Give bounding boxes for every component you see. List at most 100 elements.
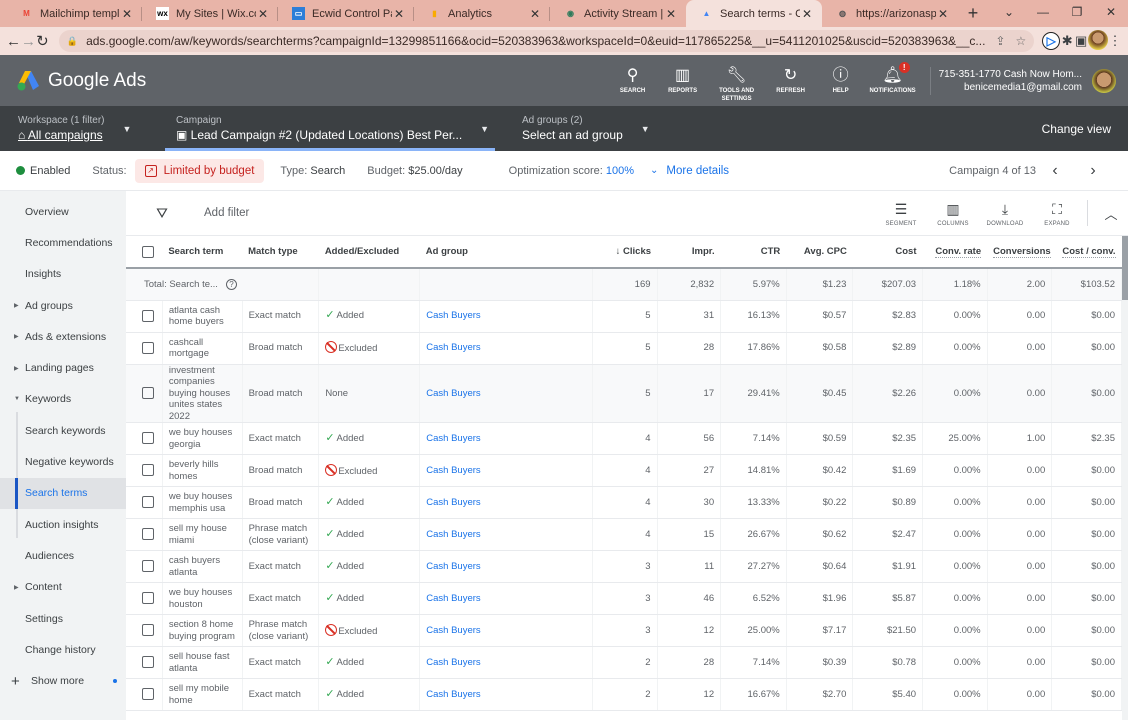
close-tab-icon[interactable]: ✕ bbox=[664, 7, 678, 21]
row-checkbox[interactable] bbox=[142, 341, 154, 354]
row-checkbox[interactable] bbox=[142, 624, 154, 637]
browser-tab[interactable]: ◍ https://arizonaspo ✕ bbox=[822, 0, 958, 27]
added-excluded-cell[interactable]: Excluded bbox=[318, 614, 421, 647]
row-checkbox[interactable] bbox=[142, 560, 154, 573]
ad-group-link[interactable]: Cash Buyers bbox=[426, 529, 480, 540]
sidebar-item-settings[interactable]: Settings bbox=[0, 603, 126, 634]
address-bar[interactable]: 🔒 ads.google.com/aw/keywords/searchterms… bbox=[58, 30, 1035, 52]
limited-by-budget-badge[interactable]: ↗ Limited by budget bbox=[134, 158, 265, 183]
added-excluded-cell[interactable]: ✓ Added bbox=[318, 646, 421, 679]
minimize-button[interactable]: — bbox=[1026, 0, 1060, 27]
added-excluded-cell[interactable]: ✓ Added bbox=[318, 582, 421, 615]
added-excluded-cell[interactable]: None bbox=[318, 364, 421, 423]
col-conversions[interactable]: Conversions bbox=[987, 236, 1052, 269]
table-row[interactable]: cash buyers atlanta Exact match ✓ Added Cash… bbox=[126, 550, 1122, 583]
ad-group-link[interactable]: Cash Buyers bbox=[426, 657, 480, 668]
sidebar-item-keywords[interactable]: ▼ Keywords bbox=[0, 384, 126, 415]
select-all-checkbox-cell[interactable] bbox=[126, 236, 163, 269]
segment-button[interactable]: ☰ SEGMENT bbox=[875, 200, 927, 227]
table-row[interactable]: we buy houses memphis usa Broad match ✓ Add… bbox=[126, 486, 1122, 519]
scrollbar-thumb[interactable] bbox=[1122, 236, 1128, 300]
expand-button[interactable]: ⛶ EXPAND bbox=[1031, 200, 1083, 227]
sidebar-item-search-terms[interactable]: Search terms bbox=[0, 477, 126, 510]
table-row[interactable]: sell house fast atlanta Exact match ✓ Added… bbox=[126, 646, 1122, 679]
forward-button[interactable]: → bbox=[21, 33, 36, 50]
col-clicks[interactable]: ↓ Clicks bbox=[592, 236, 658, 269]
row-checkbox[interactable] bbox=[142, 592, 154, 605]
table-row[interactable]: investment companies buying houses unite… bbox=[126, 364, 1122, 423]
browser-tab[interactable]: ▮ Analytics ✕ bbox=[414, 0, 550, 27]
table-row[interactable]: sell my house miami Phrase match (close v… bbox=[126, 518, 1122, 551]
close-tab-icon[interactable]: ✕ bbox=[256, 7, 270, 21]
campaign-budget[interactable]: Budget: $25.00/day bbox=[367, 165, 462, 177]
tab-search-icon[interactable]: ⌄ bbox=[992, 0, 1026, 27]
close-tab-icon[interactable]: ✕ bbox=[936, 7, 950, 21]
ad-group-link[interactable]: Cash Buyers bbox=[426, 465, 480, 476]
sidebar-item-search-keywords[interactable]: Search keywords bbox=[0, 415, 126, 446]
close-tab-icon[interactable]: ✕ bbox=[800, 7, 814, 21]
sidebar-item-insights[interactable]: Insights bbox=[0, 259, 126, 290]
reload-button[interactable]: ↻ bbox=[36, 32, 49, 50]
row-checkbox[interactable] bbox=[142, 496, 154, 509]
header-help-button[interactable]: ⓘ HELP bbox=[816, 67, 866, 95]
row-checkbox[interactable] bbox=[142, 464, 154, 477]
row-checkbox[interactable] bbox=[142, 432, 154, 445]
sidebar-item-negative-keywords[interactable]: Negative keywords bbox=[0, 446, 126, 477]
added-excluded-cell[interactable]: ✓ Added bbox=[318, 550, 421, 583]
sidebar-item-landing-pages[interactable]: ▶ Landing pages bbox=[0, 352, 126, 383]
enabled-status[interactable]: Enabled bbox=[16, 165, 70, 177]
col-ad-group[interactable]: Ad group bbox=[419, 236, 593, 269]
col-conv-rate[interactable]: Conv. rate bbox=[922, 236, 988, 269]
close-tab-icon[interactable]: ✕ bbox=[120, 7, 134, 21]
sidebar-item-audiences[interactable]: Audiences bbox=[0, 540, 126, 571]
close-window-button[interactable]: ✕ bbox=[1094, 0, 1128, 27]
google-ads-logo[interactable]: Google Ads bbox=[17, 70, 146, 92]
sidebar-item-auction-insights[interactable]: Auction insights bbox=[0, 509, 126, 540]
table-row[interactable]: we buy houses houston Exact match ✓ Added Ca… bbox=[126, 582, 1122, 615]
back-button[interactable]: ← bbox=[6, 33, 21, 50]
more-details-button[interactable]: ⌄ More details bbox=[650, 165, 729, 177]
browser-tab[interactable]: M Mailchimp templat ✕ bbox=[6, 0, 142, 27]
columns-button[interactable]: ▥ COLUMNS bbox=[927, 200, 979, 227]
collapse-chevron-icon[interactable]: ︿ bbox=[1094, 204, 1128, 223]
ad-group-link[interactable]: Cash Buyers bbox=[426, 433, 480, 444]
col-cost-per-conv[interactable]: Cost / conv. bbox=[1051, 236, 1122, 269]
header-search-button[interactable]: ⚲ SEARCH bbox=[608, 67, 658, 95]
header-reports-button[interactable]: ▥ REPORTS bbox=[658, 67, 708, 95]
added-excluded-cell[interactable]: ✓ Added bbox=[318, 678, 421, 711]
table-row[interactable]: we buy houses georgia Exact match ✓ Added Ca… bbox=[126, 422, 1122, 455]
browser-tab[interactable]: ▲ Search terms - Cas✕ bbox=[686, 0, 822, 27]
col-added-excluded[interactable]: Added/Excluded bbox=[318, 236, 420, 269]
ad-group-link[interactable]: Cash Buyers bbox=[426, 561, 480, 572]
ad-group-link[interactable]: Cash Buyers bbox=[426, 625, 480, 636]
added-excluded-cell[interactable]: ✓ Added bbox=[318, 300, 421, 333]
table-row[interactable]: atlanta cash home buyers Exact match ✓ Adde… bbox=[126, 300, 1122, 333]
new-tab-button[interactable]: + bbox=[958, 0, 988, 27]
help-icon[interactable]: ? bbox=[225, 278, 237, 290]
workspace-selector[interactable]: Workspace (1 filter) ⌂ All campaigns ▼ bbox=[0, 106, 158, 151]
extensions-puzzle-icon[interactable]: ✱ bbox=[1060, 33, 1074, 49]
added-excluded-cell[interactable]: ✓ Added bbox=[318, 422, 421, 455]
table-row[interactable]: beverly hills homes Broad match Excluded Ca… bbox=[126, 454, 1122, 487]
row-checkbox[interactable] bbox=[142, 528, 154, 541]
header-notifications-button[interactable]: 🔔︎! NOTIFICATIONS bbox=[866, 61, 920, 95]
browser-tab[interactable]: ◉ Activity Stream | C✕ bbox=[550, 0, 686, 27]
sidebar-item-ads-extensions[interactable]: ▶ Ads & extensions bbox=[0, 321, 126, 352]
ad-group-link[interactable]: Cash Buyers bbox=[426, 342, 480, 353]
added-excluded-cell[interactable]: ✓ Added bbox=[318, 518, 421, 551]
profile-avatar[interactable] bbox=[1088, 29, 1109, 53]
col-ctr[interactable]: CTR bbox=[720, 236, 787, 269]
sidebar-item-content[interactable]: ▶ Content bbox=[0, 572, 126, 603]
col-cost[interactable]: Cost bbox=[852, 236, 923, 269]
col-search-term[interactable]: Search term bbox=[162, 236, 243, 269]
browser-tab[interactable]: ▭ Ecwid Control Pan✕ bbox=[278, 0, 414, 27]
user-avatar[interactable] bbox=[1092, 68, 1116, 93]
sidebar-item-overview[interactable]: Overview bbox=[0, 196, 126, 227]
browser-tab[interactable]: wx My Sites | Wix.com✕ bbox=[142, 0, 278, 27]
row-checkbox[interactable] bbox=[142, 688, 154, 701]
extension-d-icon[interactable]: ▷ bbox=[1042, 32, 1061, 50]
optimization-score[interactable]: Optimization score: 100% bbox=[509, 165, 634, 177]
add-filter-button[interactable]: Add filter bbox=[204, 207, 249, 219]
share-icon[interactable]: ⇪ bbox=[995, 34, 1005, 48]
header-tools-button[interactable]: 🔧︎ TOOLS AND SETTINGS bbox=[708, 67, 766, 103]
